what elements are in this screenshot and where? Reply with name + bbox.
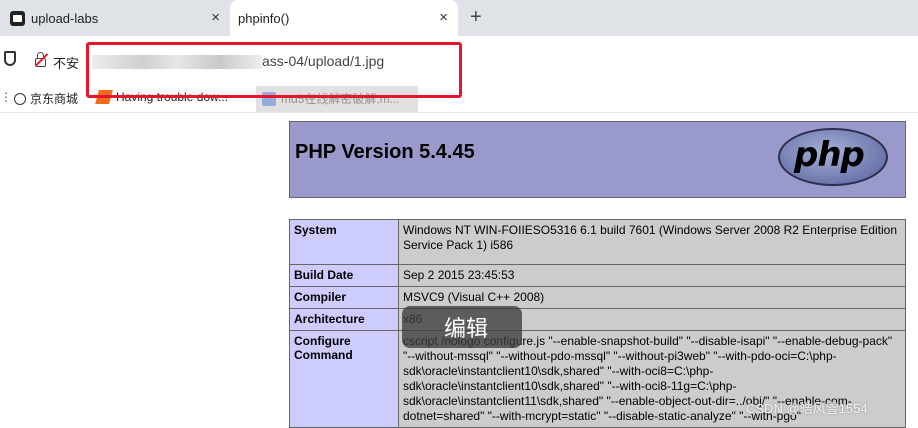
table-row: System Windows NT WIN-FOIIESO5316 6.1 bu… (289, 219, 906, 265)
bookmarks-overflow-icon[interactable]: ⋮ (0, 90, 12, 104)
watermark: CSDN @皓风雪1554 (746, 401, 868, 416)
close-tab-icon[interactable]: × (211, 9, 220, 26)
bookmark-label: 京东商城 (30, 92, 79, 106)
insecure-lock-icon[interactable] (33, 52, 49, 68)
table-row: Compiler MSVC9 (Visual C++ 2008) (289, 286, 906, 309)
table-row: Build Date Sep 2 2015 23:45:53 (289, 264, 906, 287)
url-highlight-box (86, 42, 462, 98)
page-title: PHP Version 5.4.45 (295, 141, 475, 163)
row-value: Sep 2 2015 23:45:53 (398, 264, 906, 287)
tab-upload-labs[interactable]: upload-labs × (0, 0, 230, 36)
php-logo: php (778, 128, 888, 186)
tab-label: phpinfo() (238, 10, 290, 26)
row-key: Configure Command (289, 330, 399, 428)
row-key: Architecture (289, 308, 399, 331)
row-key: Compiler (289, 286, 399, 309)
close-tab-icon[interactable]: × (439, 9, 448, 26)
tracking-shield-icon[interactable] (4, 51, 16, 66)
table-row: Architecture x86 (289, 308, 906, 331)
php-header: PHP Version 5.4.45 php (289, 121, 906, 198)
php-logo-text: php (794, 135, 865, 175)
tab-phpinfo[interactable]: phpinfo() × (230, 0, 458, 36)
globe-icon (14, 92, 26, 105)
edit-tooltip[interactable]: 编辑 (402, 306, 522, 348)
tab-label: upload-labs (31, 10, 99, 26)
row-value: Windows NT WIN-FOIIESO5316 6.1 build 760… (398, 219, 906, 265)
security-label[interactable]: 不安 (53, 53, 79, 72)
new-tab-button[interactable]: + (470, 6, 482, 29)
row-key: Build Date (289, 264, 399, 287)
bookmark-jd[interactable]: 京东商城 (14, 90, 78, 107)
phpinfo-table: System Windows NT WIN-FOIIESO5316 6.1 bu… (289, 219, 906, 428)
page-icon (10, 10, 25, 26)
row-key: System (289, 219, 399, 265)
tab-bar: upload-labs × phpinfo() × + (0, 0, 918, 36)
